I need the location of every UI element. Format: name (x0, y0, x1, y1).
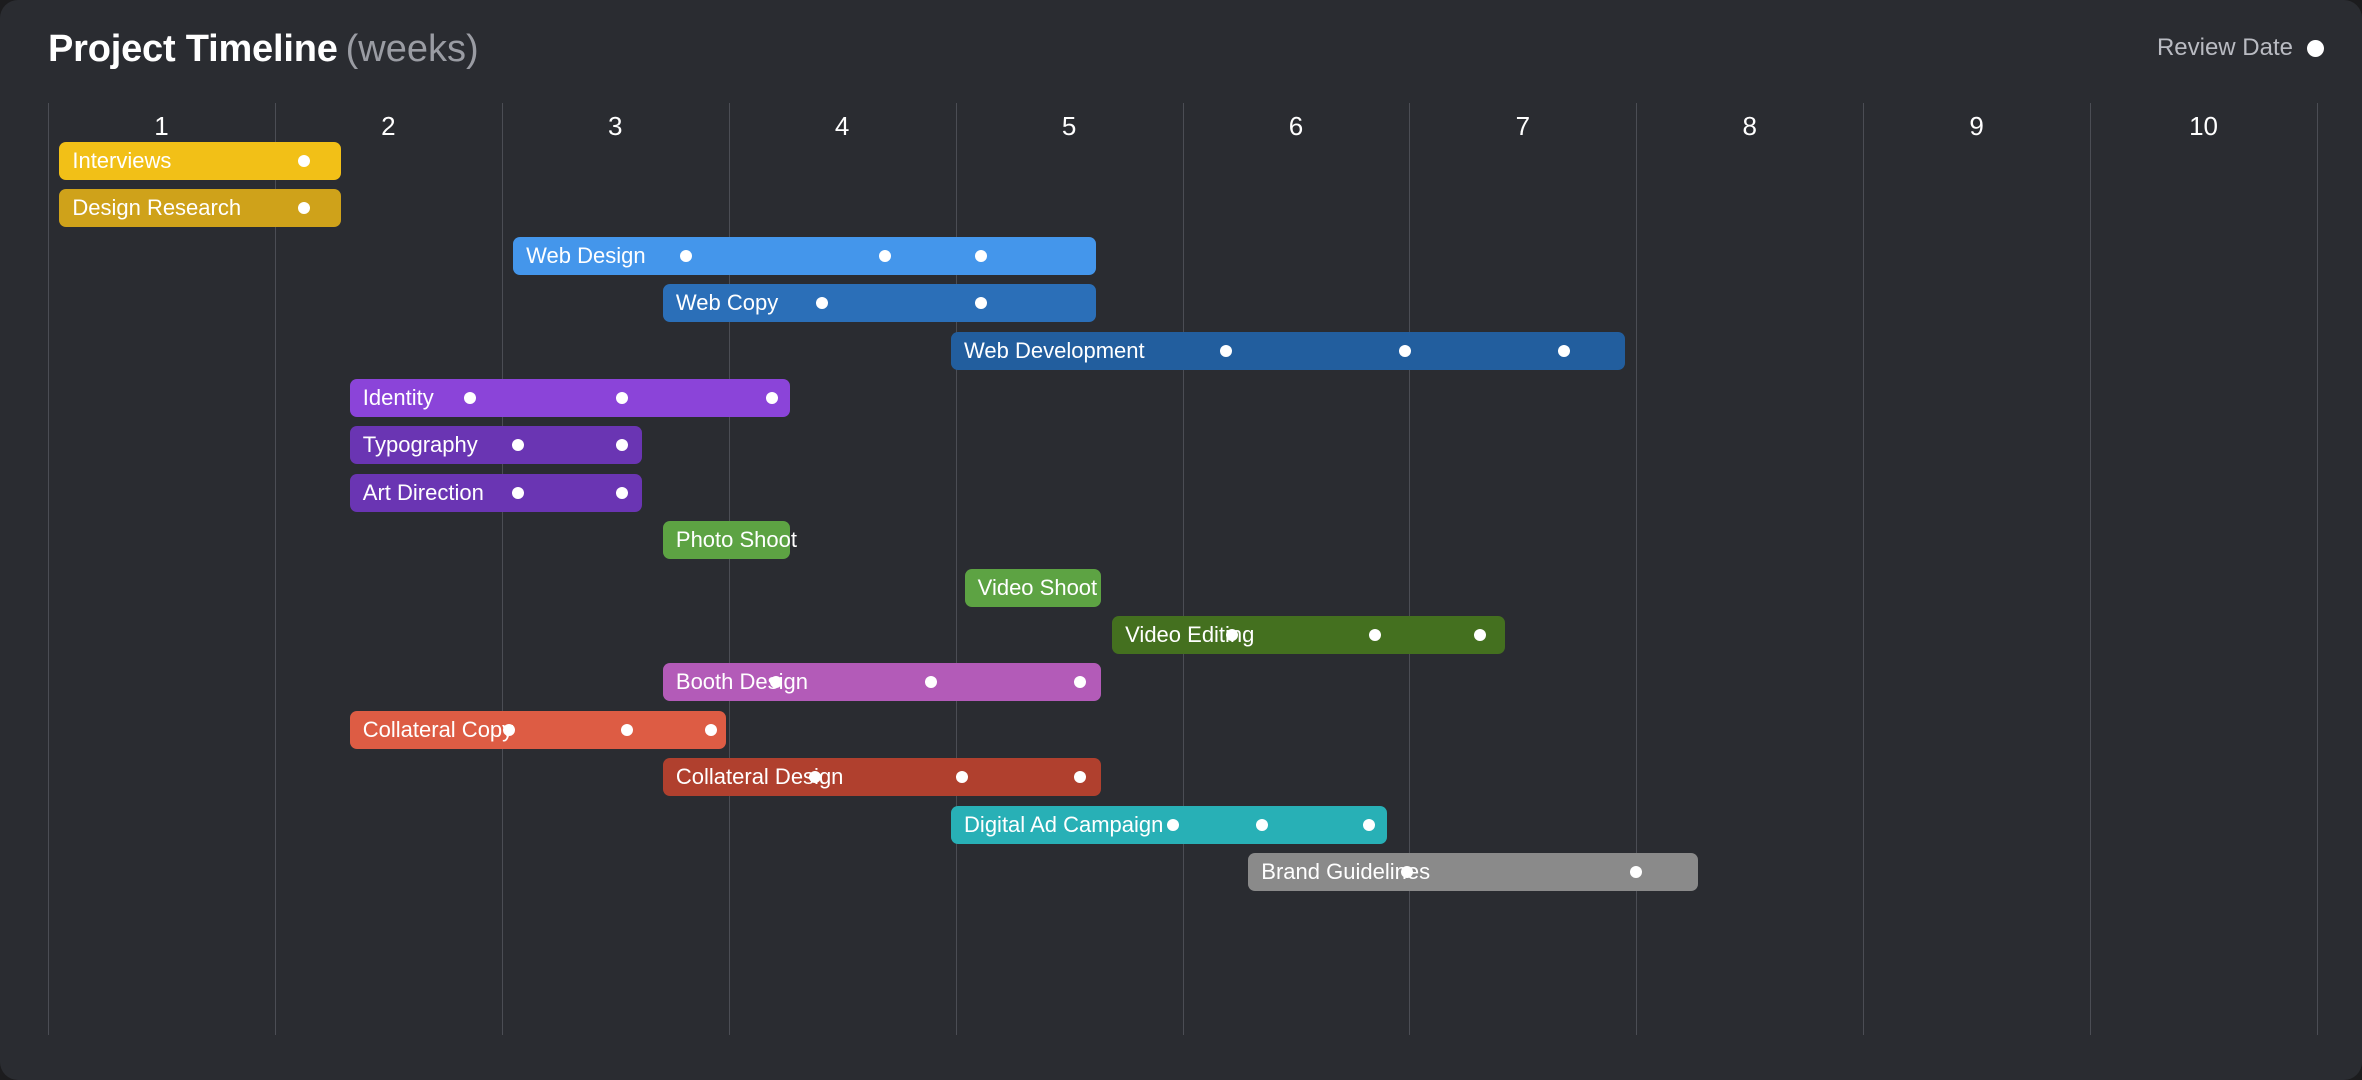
review-date-marker-icon[interactable] (808, 771, 821, 784)
task-bar[interactable]: Typography (349, 426, 643, 465)
task-bar-label: Collateral Copy (362, 716, 514, 742)
task-bar[interactable]: Web Design (513, 236, 1097, 275)
review-date-marker-icon[interactable] (511, 486, 524, 499)
review-date-marker-icon[interactable] (974, 249, 987, 262)
task-bar-label: Art Direction (362, 479, 484, 505)
task-bar[interactable]: Design Research (59, 189, 341, 228)
review-date-marker-icon[interactable] (956, 771, 969, 784)
task-bar-label: Design Research (72, 195, 242, 221)
task-bar-label: Web Copy (675, 290, 779, 316)
grid-line (2317, 103, 2318, 1035)
task-bar[interactable]: Booth Design (662, 663, 1101, 702)
review-date-marker-icon[interactable] (620, 723, 633, 736)
review-date-dot-icon (2307, 39, 2324, 57)
review-date-marker-icon[interactable] (616, 392, 629, 404)
task-bar[interactable]: Identity (349, 379, 790, 417)
review-date-marker-icon[interactable] (1255, 818, 1268, 831)
legend-label: Review Date (2156, 34, 2293, 61)
review-date-marker-icon[interactable] (704, 723, 717, 736)
task-bars: Interviews Design Research Web Design Web C… (48, 103, 2317, 1035)
review-date-marker-icon[interactable] (679, 249, 692, 262)
task-bar-label: Booth Design (675, 669, 808, 695)
page-title-main: Project Timeline (48, 28, 338, 70)
review-date-marker-icon[interactable] (1167, 818, 1180, 831)
task-bar-label: Interviews (72, 148, 172, 173)
review-date-marker-icon[interactable] (502, 723, 515, 736)
review-date-marker-icon[interactable] (924, 676, 937, 689)
review-date-marker-icon[interactable] (1369, 629, 1382, 641)
timeline-grid: 1 2 3 4 5 6 7 8 9 10 Interviews Design Research Web… (48, 103, 2318, 1035)
task-bar[interactable]: Video Editing (1112, 616, 1505, 654)
task-bar-label: Digital Ad Campaign (964, 811, 1164, 837)
review-date-marker-icon[interactable] (1473, 629, 1486, 641)
task-bar[interactable]: Photo Shoot (662, 521, 797, 560)
task-bar[interactable]: Web Copy (662, 284, 1097, 323)
task-bar[interactable]: Brand Guidelines (1248, 853, 1698, 891)
review-date-marker-icon[interactable] (511, 439, 524, 452)
task-bar-label: Typography (362, 432, 478, 458)
task-bar-label: Identity (362, 385, 434, 410)
review-date-marker-icon[interactable] (1557, 344, 1570, 357)
review-date-marker-icon[interactable] (815, 297, 828, 310)
task-bar-label: Photo Shoot (675, 527, 797, 553)
review-date-marker-icon[interactable] (879, 249, 892, 262)
chart-header: Project Timeline (weeks) Review Date (0, 0, 2362, 100)
review-date-marker-icon[interactable] (616, 439, 629, 452)
review-date-marker-icon[interactable] (1074, 676, 1087, 689)
page-title: Project Timeline (weeks) (48, 28, 479, 71)
task-bar[interactable]: Collateral Copy (349, 710, 727, 749)
task-bar[interactable]: Collateral Design (662, 758, 1101, 797)
review-date-marker-icon[interactable] (1630, 866, 1643, 878)
review-date-marker-icon[interactable] (464, 392, 477, 404)
task-bar[interactable]: Art Direction (349, 473, 643, 512)
review-date-marker-icon[interactable] (1219, 344, 1232, 357)
gantt-chart-app: Project Timeline (weeks) Review Date 1234… (0, 0, 2362, 1080)
task-bar[interactable]: Video Shoot (964, 568, 1101, 607)
legend: Review Date (2157, 34, 2324, 62)
task-bar-label: Video Shoot (977, 574, 1098, 600)
review-date-marker-icon[interactable] (1398, 344, 1411, 357)
task-bar-label: Web Development (964, 337, 1145, 363)
review-date-marker-icon[interactable] (765, 392, 778, 404)
review-date-marker-icon[interactable] (1401, 866, 1414, 878)
review-date-marker-icon[interactable] (298, 155, 311, 167)
task-bar[interactable]: Interviews (59, 142, 341, 180)
review-date-marker-icon[interactable] (974, 297, 987, 310)
review-date-marker-icon[interactable] (1362, 818, 1375, 831)
task-bar-label: Web Design (526, 242, 646, 268)
page-title-units: (weeks) (345, 28, 479, 70)
review-date-marker-icon[interactable] (1226, 629, 1239, 641)
review-date-marker-icon[interactable] (298, 202, 311, 215)
review-date-marker-icon[interactable] (1074, 771, 1087, 784)
review-date-marker-icon[interactable] (770, 676, 783, 689)
task-bar[interactable]: Digital Ad Campaign (951, 805, 1387, 844)
review-date-marker-icon[interactable] (616, 486, 629, 499)
task-bar[interactable]: Web Development (951, 331, 1625, 370)
